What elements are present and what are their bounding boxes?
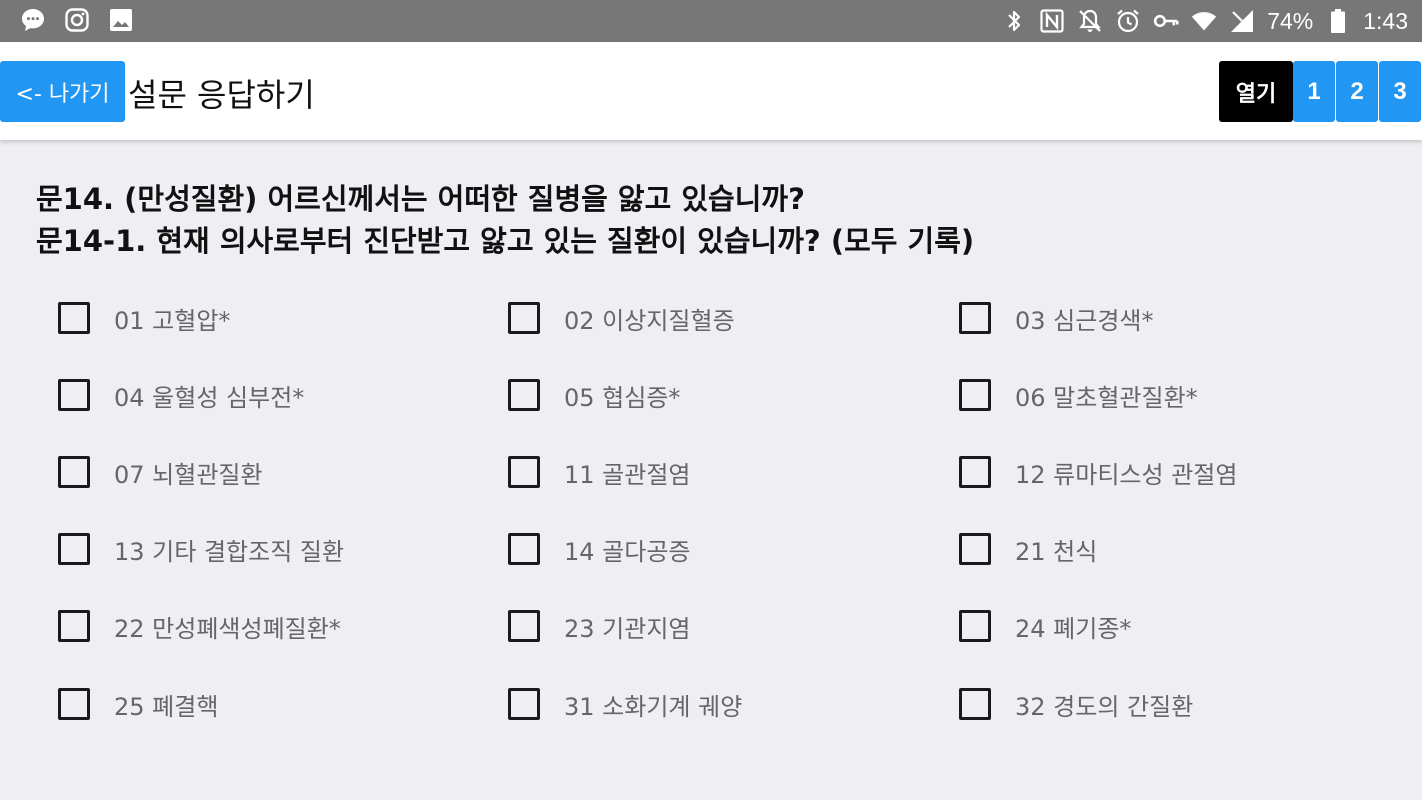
option-checkbox[interactable]: [58, 302, 90, 334]
mute-icon: [1077, 8, 1103, 34]
question-line-2: 문14-1. 현재 의사로부터 진단받고 앓고 있는 질환이 있습니까? (모두…: [36, 224, 975, 258]
message-icon: [20, 7, 46, 33]
option-checkbox[interactable]: [508, 379, 540, 411]
option-label: 04 울혈성 심부전*: [114, 383, 305, 412]
option-checkbox[interactable]: [959, 688, 991, 720]
option-item[interactable]: 01 고혈압*: [58, 290, 230, 346]
option-item[interactable]: 11 골관절염: [508, 444, 691, 500]
page-title: 설문 응답하기: [128, 76, 315, 114]
back-button[interactable]: <- 나가기: [0, 61, 125, 122]
question-line-1: 문14. (만성질환) 어르신께서는 어떠한 질병을 앓고 있습니까?: [36, 182, 805, 216]
option-item[interactable]: 25 폐결핵: [58, 676, 218, 732]
option-item[interactable]: 07 뇌혈관질환: [58, 444, 263, 500]
option-label: 03 심근경색*: [1015, 306, 1154, 335]
signal-icon: [1229, 8, 1255, 34]
option-checkbox[interactable]: [508, 688, 540, 720]
gallery-icon: [108, 7, 134, 33]
option-label: 07 뇌혈관질환: [114, 460, 263, 489]
option-item[interactable]: 04 울혈성 심부전*: [58, 367, 304, 423]
app-bar: <- 나가기 설문 응답하기 열기 1 2 3: [0, 42, 1422, 140]
option-checkbox[interactable]: [959, 302, 991, 334]
option-label: 02 이상지질혈증: [564, 306, 735, 335]
status-bar: 74% 1:43: [0, 0, 1422, 42]
option-item[interactable]: 32 경도의 간질환: [959, 676, 1193, 732]
status-right-icons: 74% 1:43: [1001, 0, 1408, 42]
battery-icon: [1325, 8, 1351, 34]
status-time: 1:43: [1363, 7, 1408, 34]
wifi-icon: [1191, 8, 1217, 34]
page-1-button[interactable]: 1: [1293, 61, 1335, 122]
option-checkbox[interactable]: [959, 379, 991, 411]
option-label: 05 협심증*: [564, 383, 681, 412]
page-2-button[interactable]: 2: [1336, 61, 1378, 122]
option-item[interactable]: 06 말초혈관질환*: [959, 367, 1198, 423]
open-button[interactable]: 열기: [1219, 61, 1293, 122]
option-label: 24 폐기종*: [1015, 614, 1132, 643]
option-checkbox[interactable]: [508, 302, 540, 334]
option-label: 11 골관절염: [564, 460, 691, 489]
option-item[interactable]: 22 만성폐색성폐질환*: [58, 598, 341, 654]
option-item[interactable]: 05 협심증*: [508, 367, 680, 423]
option-checkbox[interactable]: [58, 533, 90, 565]
option-label: 32 경도의 간질환: [1015, 692, 1194, 721]
option-label: 21 천식: [1015, 537, 1098, 566]
option-item[interactable]: 31 소화기계 궤양: [508, 676, 742, 732]
option-label: 12 류마티스성 관절염: [1015, 460, 1238, 489]
option-label: 06 말초혈관질환*: [1015, 383, 1198, 412]
option-checkbox[interactable]: [508, 610, 540, 642]
option-item[interactable]: 23 기관지염: [508, 598, 691, 654]
page-3-button[interactable]: 3: [1379, 61, 1421, 122]
option-item[interactable]: 02 이상지질혈증: [508, 290, 735, 346]
option-label: 14 골다공증: [564, 537, 691, 566]
key-icon: [1153, 8, 1179, 34]
option-item[interactable]: 13 기타 결합조직 질환: [58, 521, 344, 577]
option-item[interactable]: 24 폐기종*: [959, 598, 1131, 654]
option-item[interactable]: 21 천식: [959, 521, 1097, 577]
option-checkbox[interactable]: [508, 456, 540, 488]
option-checkbox[interactable]: [959, 610, 991, 642]
alarm-icon: [1115, 8, 1141, 34]
option-checkbox[interactable]: [58, 379, 90, 411]
option-checkbox[interactable]: [58, 688, 90, 720]
nfc-icon: [1039, 8, 1065, 34]
question-text: 문14. (만성질환) 어르신께서는 어떠한 질병을 앓고 있습니까? 문14-…: [36, 178, 1396, 262]
battery-percent: 74%: [1267, 7, 1314, 34]
instagram-icon: [64, 7, 90, 33]
option-label: 31 소화기계 궤양: [564, 692, 743, 721]
option-label: 13 기타 결합조직 질환: [114, 537, 345, 566]
option-item[interactable]: 12 류마티스성 관절염: [959, 444, 1237, 500]
option-checkbox[interactable]: [959, 533, 991, 565]
status-left-icons: [20, 7, 134, 33]
option-label: 01 고혈압*: [114, 306, 231, 335]
option-checkbox[interactable]: [58, 456, 90, 488]
option-checkbox[interactable]: [959, 456, 991, 488]
option-label: 25 폐결핵: [114, 692, 219, 721]
option-checkbox[interactable]: [508, 533, 540, 565]
option-label: 22 만성폐색성폐질환*: [114, 614, 341, 643]
option-checkbox[interactable]: [58, 610, 90, 642]
option-item[interactable]: 14 골다공증: [508, 521, 691, 577]
option-item[interactable]: 03 심근경색*: [959, 290, 1154, 346]
option-label: 23 기관지염: [564, 614, 691, 643]
bluetooth-icon: [1001, 8, 1027, 34]
